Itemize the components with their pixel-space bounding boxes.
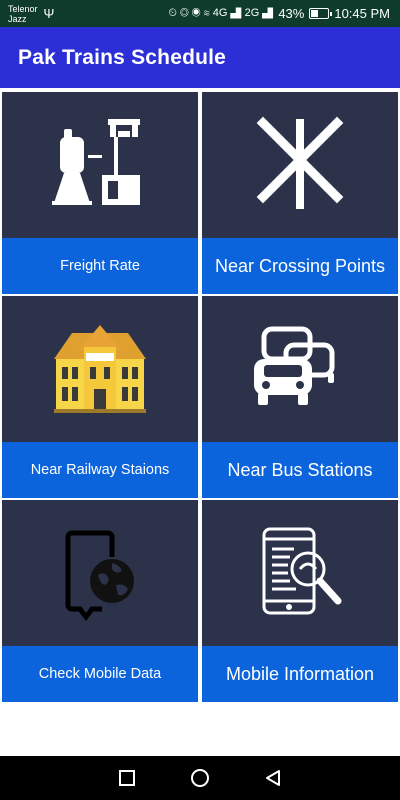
railway-station-building-icon <box>54 325 146 413</box>
clock: 10:45 PM <box>334 6 390 21</box>
carrier-line-2: Jazz <box>8 13 27 24</box>
phone-globe-icon <box>65 530 134 622</box>
status-left: Telenor Jazz Ψ <box>8 4 54 24</box>
status-right: ⏲ ◎ ◉ ≋ 4G ▟ 2G ▟ 43% 10:45 PM <box>168 6 390 21</box>
water-tower-icon <box>52 119 140 205</box>
home-icon <box>190 769 209 787</box>
tile-art <box>202 296 398 442</box>
carrier-line-1: Telenor <box>8 3 38 14</box>
tile-check-mobile-data[interactable]: Check Mobile Data <box>2 500 198 702</box>
tile-art <box>2 296 198 442</box>
battery-icon <box>309 8 333 19</box>
app-title: Pak Trains Schedule <box>18 45 227 69</box>
recent-apps-icon <box>118 770 135 786</box>
battery-percent: 43% <box>278 6 305 21</box>
buses-icon <box>254 326 335 405</box>
tile-art <box>2 500 198 646</box>
tile-label: Freight Rate <box>2 238 198 294</box>
status-bar: Telenor Jazz Ψ ⏲ ◎ ◉ ≋ 4G ▟ 2G ▟ 43% 10:… <box>0 0 400 27</box>
tile-art <box>202 500 398 646</box>
tile-label: Check Mobile Data <box>2 646 198 702</box>
tile-freight-rate[interactable]: Freight Rate <box>2 92 198 294</box>
tile-art <box>2 92 198 238</box>
back-icon <box>266 770 281 786</box>
navigation-bar <box>0 756 400 800</box>
home-button[interactable] <box>189 767 211 789</box>
back-button[interactable] <box>262 767 284 789</box>
usb-icon: Ψ <box>43 6 55 21</box>
signal-icons: ⏲ ◎ ◉ ≋ 4G ▟ 2G ▟ <box>168 7 274 19</box>
recent-apps-button[interactable] <box>116 767 138 789</box>
tile-near-bus-stations[interactable]: Near Bus Stations <box>202 296 398 498</box>
tile-mobile-information[interactable]: Mobile Information <box>202 500 398 702</box>
tile-near-crossing-points[interactable]: Near Crossing Points <box>202 92 398 294</box>
tile-label: Near Bus Stations <box>202 442 398 498</box>
menu-grid: Freight Rate Near Crossing Points Near R… <box>0 88 400 702</box>
tile-label: Near Railway Staions <box>2 442 198 498</box>
phone-search-icon <box>262 527 342 615</box>
tile-art <box>202 92 398 238</box>
carrier-name: Telenor Jazz <box>8 4 38 24</box>
app-bar: Pak Trains Schedule <box>0 27 400 88</box>
railway-crossing-icon <box>256 116 344 209</box>
tile-label: Mobile Information <box>202 646 398 702</box>
tile-near-railway-stations[interactable]: Near Railway Staions <box>2 296 198 498</box>
tile-label: Near Crossing Points <box>202 238 398 294</box>
